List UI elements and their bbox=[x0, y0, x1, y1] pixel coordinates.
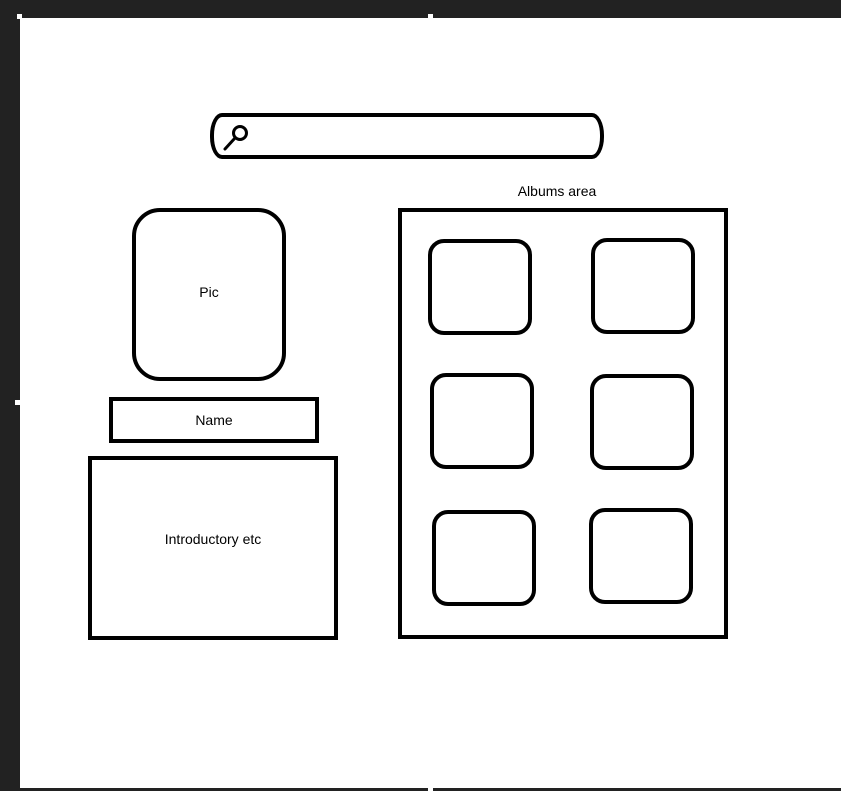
pic-label: Pic bbox=[199, 284, 219, 300]
album-tile-1[interactable] bbox=[428, 239, 532, 335]
introduction-label: Introductory etc bbox=[164, 531, 262, 547]
profile-pic-placeholder: Pic bbox=[132, 208, 286, 381]
editor-frame: Pic Name Introductory etc Albums area bbox=[0, 0, 841, 791]
name-box: Name bbox=[109, 397, 319, 443]
albums-area-label: Albums area bbox=[517, 183, 597, 199]
album-tile-6[interactable] bbox=[589, 508, 693, 604]
album-tile-2[interactable] bbox=[591, 238, 695, 334]
albums-area bbox=[398, 208, 728, 639]
search-bar[interactable] bbox=[210, 113, 604, 159]
drawing-canvas[interactable]: Pic Name Introductory etc Albums area bbox=[20, 18, 841, 788]
name-label: Name bbox=[195, 412, 233, 428]
album-tile-5[interactable] bbox=[432, 510, 536, 606]
introduction-box: Introductory etc bbox=[88, 456, 338, 640]
album-tile-4[interactable] bbox=[590, 374, 694, 470]
search-icon[interactable] bbox=[220, 121, 252, 153]
album-tile-3[interactable] bbox=[430, 373, 534, 469]
